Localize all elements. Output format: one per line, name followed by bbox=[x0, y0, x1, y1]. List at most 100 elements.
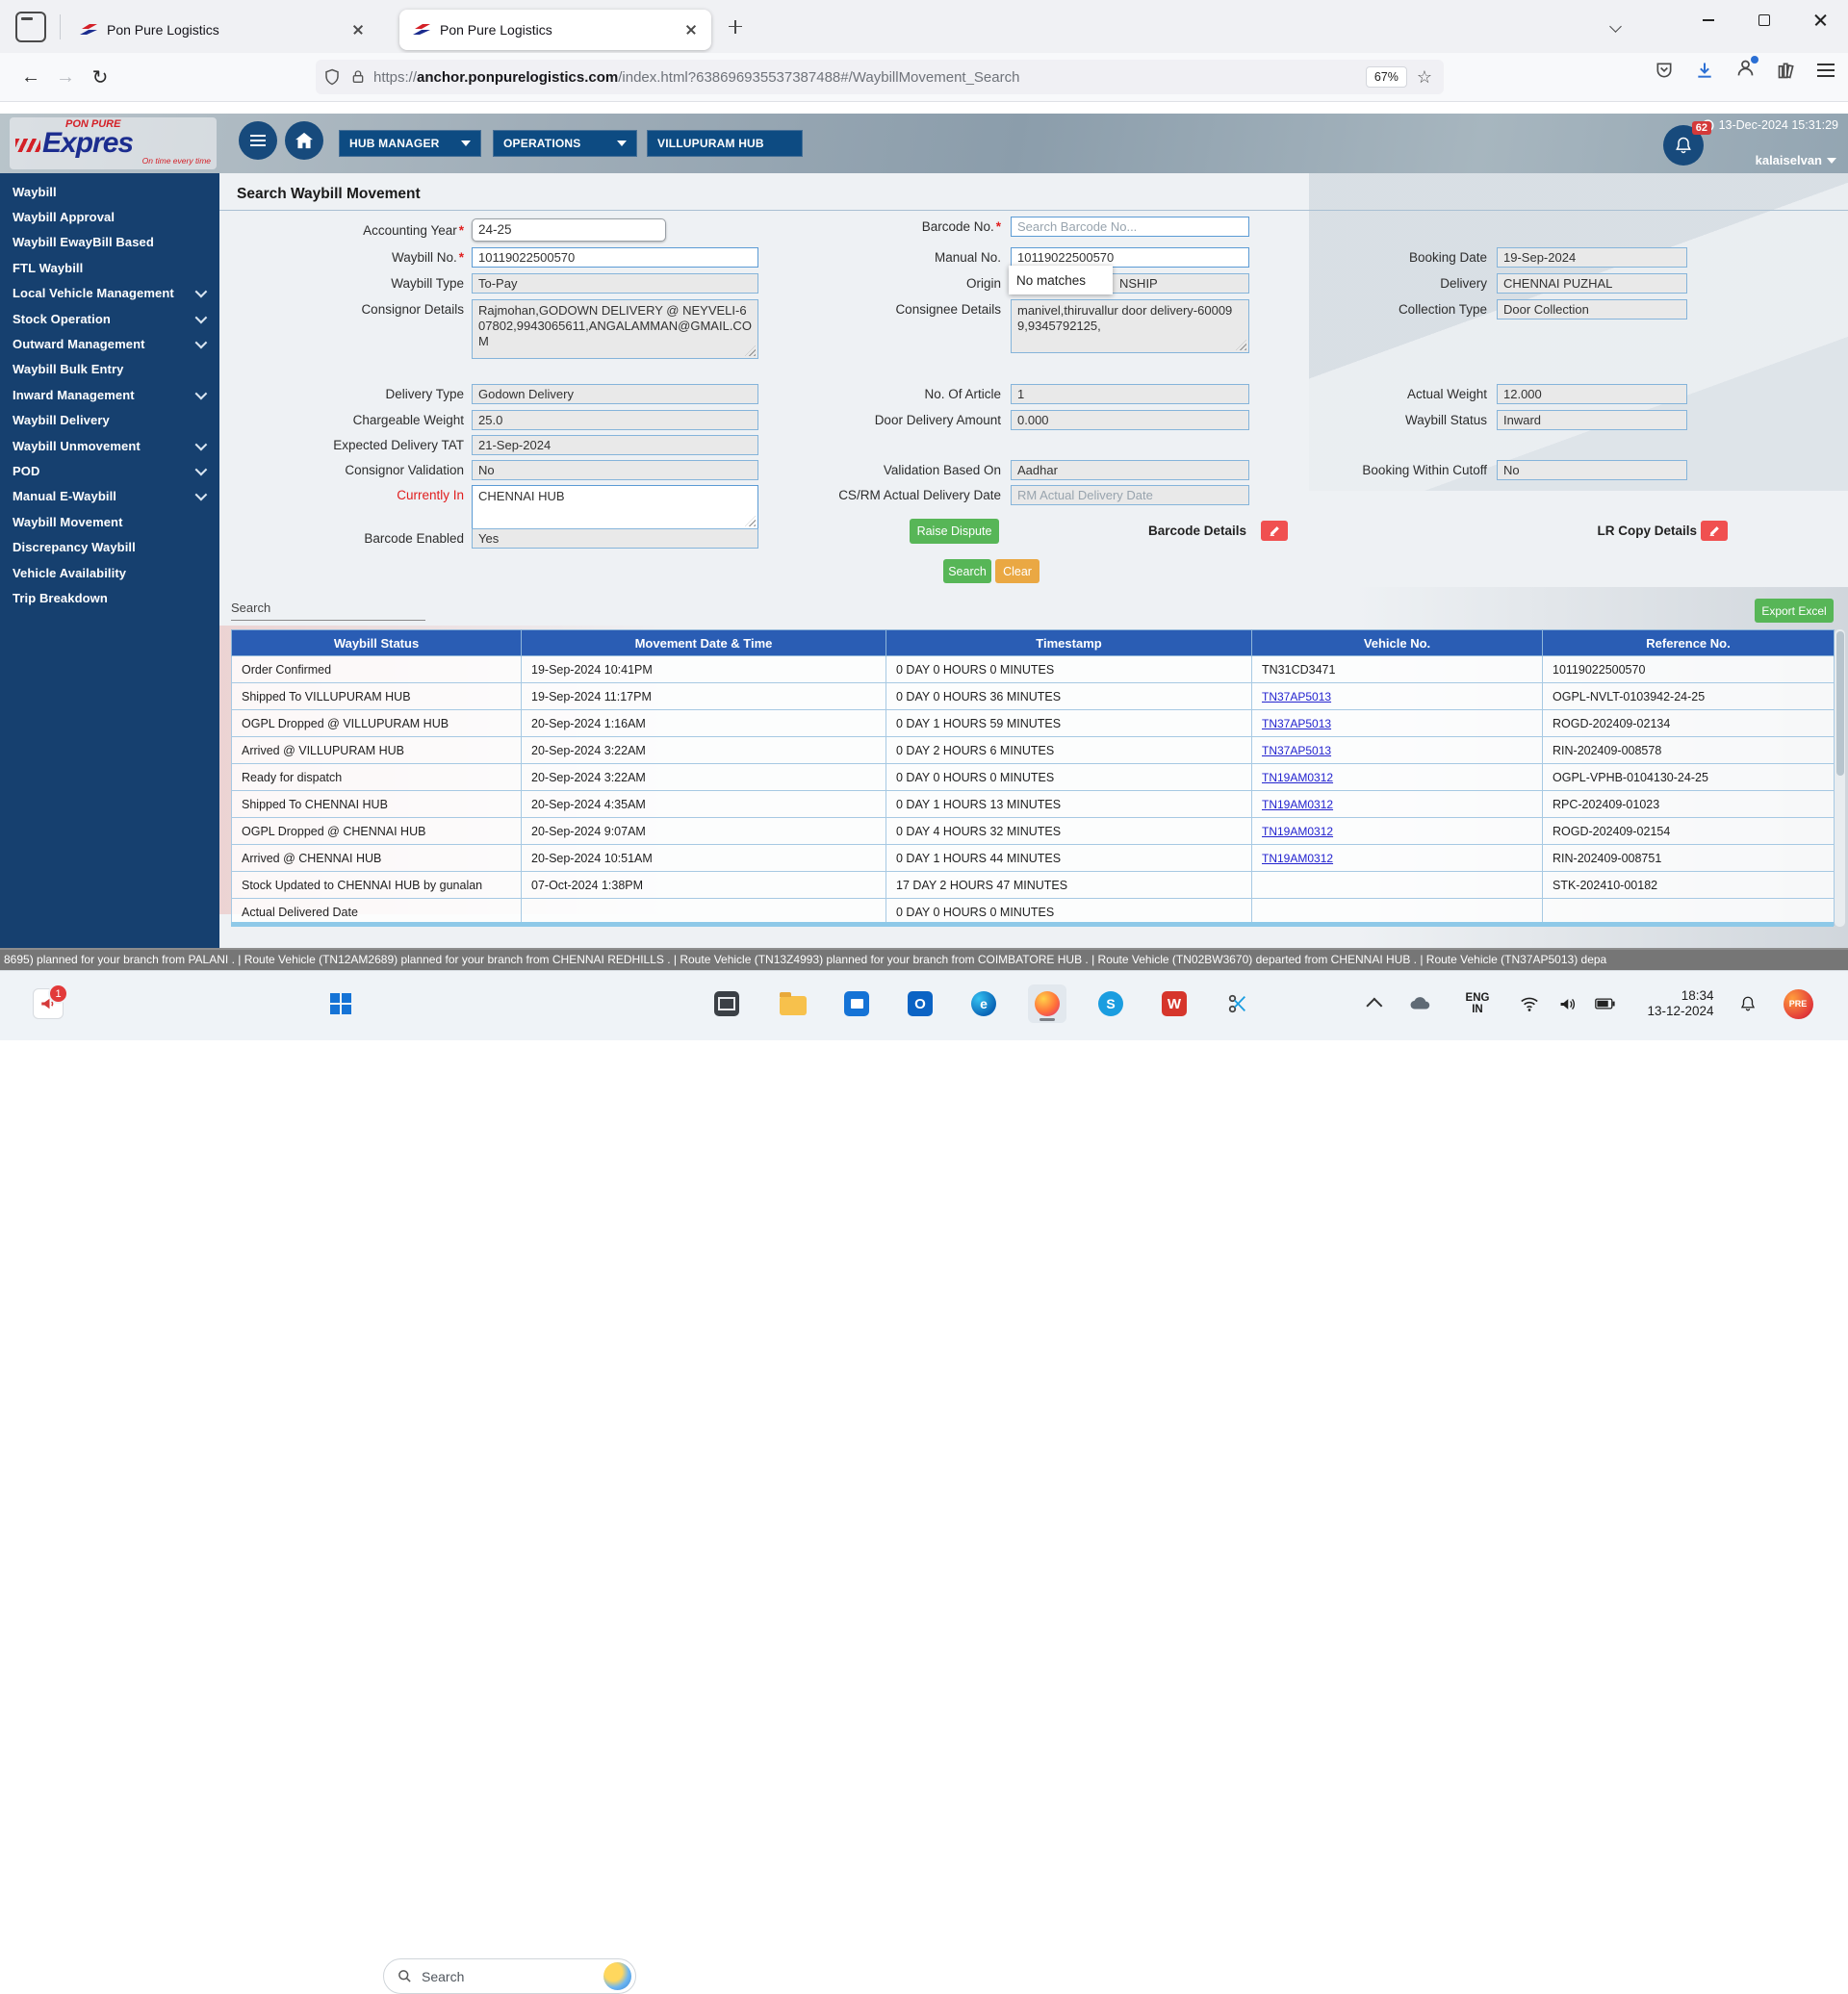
clock-tray[interactable]: 18:3413-12-2024 bbox=[1636, 984, 1725, 1023]
vehicle-link[interactable]: TN37AP5013 bbox=[1262, 717, 1331, 730]
sidebar-item-label: Waybill bbox=[13, 185, 57, 199]
origin-label: Origin bbox=[966, 276, 1001, 291]
consignee-details-textarea[interactable]: manivel,thiruvallur door delivery-600099… bbox=[1011, 299, 1249, 353]
shield-icon[interactable] bbox=[323, 68, 341, 86]
battery-icon[interactable] bbox=[1586, 984, 1623, 1023]
volume-icon[interactable] bbox=[1550, 984, 1584, 1023]
pre-status-badge[interactable]: PRE bbox=[1777, 984, 1819, 1023]
manual-no-input[interactable]: 10119022500570 bbox=[1011, 247, 1249, 268]
downloads-icon[interactable] bbox=[1695, 61, 1714, 80]
waybill-no-input[interactable]: 10119022500570 bbox=[472, 247, 758, 268]
user-menu[interactable]: kalaiselvan bbox=[1756, 153, 1836, 167]
tray-bell-icon[interactable] bbox=[1731, 984, 1765, 1023]
firefox-view-icon[interactable] bbox=[15, 12, 46, 42]
vehicle-link[interactable]: TN37AP5013 bbox=[1262, 690, 1331, 703]
barcode-no-input[interactable]: Search Barcode No... bbox=[1011, 217, 1249, 237]
sidebar-item-waybill-approval[interactable]: Waybill Approval bbox=[0, 204, 219, 229]
start-button[interactable] bbox=[321, 984, 360, 1023]
list-all-tabs-icon[interactable] bbox=[1609, 19, 1623, 33]
sidebar-item-stock-operation[interactable]: Stock Operation bbox=[0, 306, 219, 331]
tab-close-icon[interactable] bbox=[680, 19, 702, 40]
taskbar-search[interactable]: Search bbox=[383, 1958, 636, 1994]
window-minimize-button[interactable] bbox=[1681, 0, 1736, 40]
task-view-icon[interactable] bbox=[707, 984, 746, 1023]
extensions-icon[interactable] bbox=[1777, 61, 1796, 80]
consignor-validation-label: Consignor Validation bbox=[345, 463, 464, 477]
sidebar-item-vehicle-availability[interactable]: Vehicle Availability bbox=[0, 560, 219, 585]
resize-grip-icon[interactable] bbox=[1236, 340, 1246, 350]
browser-tab-2[interactable]: Pon Pure Logistics bbox=[399, 10, 711, 50]
menu-toggle-button[interactable] bbox=[239, 121, 277, 160]
sidebar-item-inward-management[interactable]: Inward Management bbox=[0, 382, 219, 407]
tray-chevron-up[interactable] bbox=[1359, 984, 1394, 1023]
tab-close-icon[interactable] bbox=[347, 19, 369, 40]
window-close-button[interactable] bbox=[1792, 0, 1848, 40]
scrollbar-thumb[interactable] bbox=[1836, 631, 1844, 776]
role-dropdown[interactable]: HUB MANAGER bbox=[339, 130, 481, 157]
pocket-icon[interactable] bbox=[1655, 61, 1674, 80]
clear-button[interactable]: Clear bbox=[995, 559, 1040, 583]
snipping-tool-icon[interactable] bbox=[1219, 984, 1257, 1023]
accounting-year-select[interactable]: 24-25 bbox=[472, 218, 666, 242]
search-button[interactable]: Search bbox=[943, 559, 991, 583]
vehicle-link[interactable]: TN19AM0312 bbox=[1262, 771, 1333, 784]
resize-grip-icon[interactable] bbox=[745, 345, 756, 356]
notifications-button[interactable]: 62 bbox=[1663, 125, 1704, 166]
lock-icon[interactable] bbox=[350, 68, 366, 86]
vehicle-link[interactable]: TN19AM0312 bbox=[1262, 852, 1333, 865]
sidebar-item-ftl-waybill[interactable]: FTL Waybill bbox=[0, 255, 219, 280]
hub-dropdown[interactable]: VILLUPURAM HUB bbox=[647, 130, 803, 157]
language-indicator[interactable]: ENGIN bbox=[1455, 984, 1500, 1023]
vehicle-link[interactable]: TN37AP5013 bbox=[1262, 744, 1331, 757]
weather-icon[interactable] bbox=[603, 1962, 631, 1990]
vehicle-link[interactable]: TN19AM0312 bbox=[1262, 825, 1333, 838]
wifi-icon[interactable] bbox=[1511, 984, 1548, 1023]
currently-in-textarea[interactable]: CHENNAI HUB bbox=[472, 485, 758, 529]
window-restore-button[interactable] bbox=[1736, 0, 1792, 40]
raise-dispute-button[interactable]: Raise Dispute bbox=[910, 519, 999, 544]
bookmark-star-icon[interactable]: ☆ bbox=[1417, 67, 1432, 88]
firefox-icon[interactable] bbox=[1028, 984, 1066, 1023]
sidebar-item-waybill-ewaybill-based[interactable]: Waybill EwayBill Based bbox=[0, 230, 219, 255]
wps-office-icon[interactable]: W bbox=[1155, 984, 1194, 1023]
sidebar-item-waybill-delivery[interactable]: Waybill Delivery bbox=[0, 408, 219, 433]
barcode-details-edit-button[interactable] bbox=[1261, 521, 1288, 541]
sidebar-item-outward-management[interactable]: Outward Management bbox=[0, 331, 219, 356]
sidebar-item-local-vehicle-management[interactable]: Local Vehicle Management bbox=[0, 281, 219, 306]
table-vertical-scrollbar[interactable] bbox=[1835, 629, 1845, 927]
edge-icon[interactable]: e bbox=[964, 984, 1003, 1023]
sidebar-item-manual-e-waybill[interactable]: Manual E-Waybill bbox=[0, 484, 219, 509]
browser-tab-1[interactable]: Pon Pure Logistics bbox=[66, 10, 378, 50]
results-search-input[interactable] bbox=[231, 620, 425, 621]
title-divider bbox=[219, 210, 1848, 211]
sidebar-item-waybill-movement[interactable]: Waybill Movement bbox=[0, 509, 219, 534]
vehicle-link[interactable]: TN19AM0312 bbox=[1262, 798, 1333, 811]
forward-button[interactable]: → bbox=[48, 66, 83, 89]
zoom-level-badge[interactable]: 67% bbox=[1366, 66, 1407, 88]
skype-icon[interactable]: S bbox=[1091, 984, 1130, 1023]
outlook-icon[interactable]: O bbox=[901, 984, 939, 1023]
notification-app-icon[interactable]: 1 bbox=[29, 984, 67, 1023]
new-tab-button[interactable] bbox=[721, 13, 750, 41]
home-button[interactable] bbox=[285, 121, 323, 160]
file-explorer-icon[interactable] bbox=[774, 984, 812, 1023]
module-dropdown[interactable]: OPERATIONS bbox=[493, 130, 637, 157]
microsoft-store-icon[interactable] bbox=[837, 984, 876, 1023]
url-bar[interactable]: https://anchor.ponpurelogistics.com/inde… bbox=[316, 60, 1444, 94]
export-excel-button[interactable]: Export Excel bbox=[1755, 599, 1834, 623]
onedrive-icon[interactable] bbox=[1400, 984, 1439, 1023]
consignor-details-textarea[interactable]: Rajmohan,GODOWN DELIVERY @ NEYVELI-60780… bbox=[472, 299, 758, 359]
menu-icon[interactable] bbox=[1817, 64, 1835, 77]
sidebar-item-trip-breakdown[interactable]: Trip Breakdown bbox=[0, 585, 219, 610]
sidebar-item-discrepancy-waybill[interactable]: Discrepancy Waybill bbox=[0, 534, 219, 559]
resize-grip-icon[interactable] bbox=[745, 516, 756, 526]
reload-button[interactable]: ↻ bbox=[83, 65, 117, 89]
sidebar-item-waybill-bulk-entry[interactable]: Waybill Bulk Entry bbox=[0, 357, 219, 382]
account-icon[interactable] bbox=[1735, 58, 1756, 83]
sidebar-item-pod[interactable]: POD bbox=[0, 458, 219, 483]
back-button[interactable]: ← bbox=[13, 66, 48, 89]
sidebar-item-waybill-unmovement[interactable]: Waybill Unmovement bbox=[0, 433, 219, 458]
lr-copy-details-edit-button[interactable] bbox=[1701, 521, 1728, 541]
table-bottom-scrollbar[interactable] bbox=[231, 922, 1834, 927]
sidebar-item-waybill[interactable]: Waybill bbox=[0, 179, 219, 204]
